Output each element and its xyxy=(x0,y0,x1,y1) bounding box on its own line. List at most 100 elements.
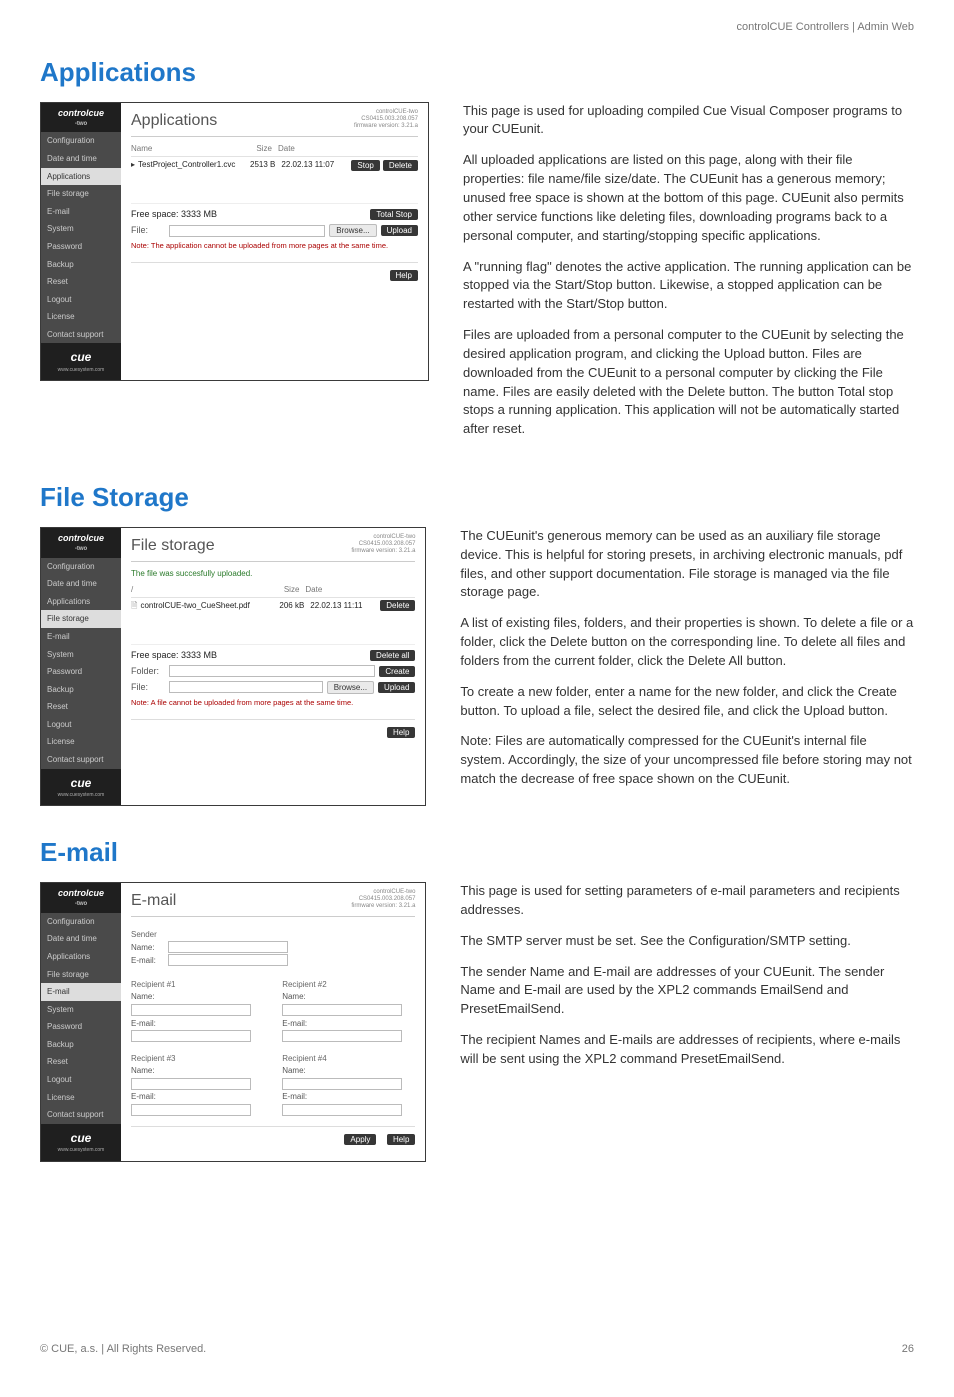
sidebar-item-license[interactable]: License xyxy=(41,733,121,751)
recipient3-label: Recipient #3 xyxy=(131,1053,264,1065)
sidebar-item-password[interactable]: Password xyxy=(41,238,121,256)
sidebar-item-datetime[interactable]: Date and time xyxy=(41,150,121,168)
browse-button[interactable]: Browse... xyxy=(329,224,376,237)
sender-email-label: E-mail: xyxy=(131,955,165,967)
footer-copyright: © CUE, a.s. | All Rights Reserved. xyxy=(40,1342,206,1358)
sidebar-item-datetime[interactable]: Date and time xyxy=(41,575,121,593)
file-path-input[interactable] xyxy=(169,225,325,237)
sidebar-item-system[interactable]: System xyxy=(41,220,121,238)
sidebar-item-filestorage[interactable]: File storage xyxy=(41,610,121,628)
r4-email-input[interactable] xyxy=(282,1104,402,1116)
filestorage-heading: File Storage xyxy=(40,479,914,517)
sender-name-input[interactable] xyxy=(168,941,288,953)
sidebar-item-contact[interactable]: Contact support xyxy=(41,1106,121,1124)
sidebar-item-email[interactable]: E-mail xyxy=(41,628,121,646)
sidebar: controlcue-two Configuration Date and ti… xyxy=(41,528,121,806)
help-button[interactable]: Help xyxy=(387,1134,415,1145)
r3-name-label: Name: xyxy=(131,1065,165,1077)
sidebar-footer-logo: cuewww.cuesystem.com xyxy=(41,343,121,380)
sidebar-item-reset[interactable]: Reset xyxy=(41,1053,121,1071)
upload-button[interactable]: Upload xyxy=(378,682,415,693)
panel-meta: controlCUE-two CS0415.003.208.057 firmwa… xyxy=(351,889,415,911)
r1-name-input[interactable] xyxy=(131,1004,251,1016)
sidebar-item-datetime[interactable]: Date and time xyxy=(41,930,121,948)
fs-file-name[interactable]: controlCUE-two_CueSheet.pdf xyxy=(131,600,264,612)
sidebar-item-backup[interactable]: Backup xyxy=(41,1036,121,1054)
recipient4-label: Recipient #4 xyxy=(282,1053,415,1065)
sidebar-item-system[interactable]: System xyxy=(41,1001,121,1019)
r3-email-input[interactable] xyxy=(131,1104,251,1116)
upload-button[interactable]: Upload xyxy=(381,225,418,236)
sidebar-item-reset[interactable]: Reset xyxy=(41,698,121,716)
sidebar-item-applications[interactable]: Applications xyxy=(41,593,121,611)
panel-meta: controlCUE-two CS0415.003.208.057 firmwa… xyxy=(351,534,415,556)
sidebar-item-reset[interactable]: Reset xyxy=(41,273,121,291)
stop-button[interactable]: Stop xyxy=(351,160,379,171)
sidebar-item-configuration[interactable]: Configuration xyxy=(41,558,121,576)
r2-email-input[interactable] xyxy=(282,1030,402,1042)
sidebar-item-applications[interactable]: Applications xyxy=(41,168,121,186)
help-button[interactable]: Help xyxy=(387,727,415,738)
file-path-input[interactable] xyxy=(169,681,323,693)
sidebar-item-password[interactable]: Password xyxy=(41,663,121,681)
sidebar-item-filestorage[interactable]: File storage xyxy=(41,966,121,984)
create-button[interactable]: Create xyxy=(379,666,415,677)
fs-file-date: 22.02.13 11:11 xyxy=(310,600,380,612)
sidebar-item-email[interactable]: E-mail xyxy=(41,203,121,221)
email-panel: controlcue-two Configuration Date and ti… xyxy=(40,882,426,1162)
browse-button[interactable]: Browse... xyxy=(327,681,374,694)
total-stop-button[interactable]: Total Stop xyxy=(370,209,418,220)
r4-email-label: E-mail: xyxy=(282,1091,316,1103)
file-label: File: xyxy=(131,224,165,237)
applications-para2: All uploaded applications are listed on … xyxy=(463,151,914,245)
email-heading: E-mail xyxy=(40,834,914,872)
folder-name-input[interactable] xyxy=(169,665,375,677)
sidebar: controlcue-two Configuration Date and ti… xyxy=(41,883,121,1161)
sidebar-item-configuration[interactable]: Configuration xyxy=(41,132,121,150)
email-para1: This page is used for setting parameters… xyxy=(460,882,914,920)
sender-email-input[interactable] xyxy=(168,954,288,966)
recipient2-label: Recipient #2 xyxy=(282,979,415,991)
table-header: Name Size Date xyxy=(131,143,418,158)
r2-email-label: E-mail: xyxy=(282,1018,316,1030)
app-file-date: 22.02.13 11:07 xyxy=(281,159,351,171)
r3-email-label: E-mail: xyxy=(131,1091,165,1103)
sidebar-item-password[interactable]: Password xyxy=(41,1018,121,1036)
delete-all-button[interactable]: Delete all xyxy=(370,650,415,661)
sidebar-item-logout[interactable]: Logout xyxy=(41,291,121,309)
file-label: File: xyxy=(131,681,165,694)
sidebar-item-logout[interactable]: Logout xyxy=(41,1071,121,1089)
app-file-name[interactable]: TestProject_Controller1.cvc xyxy=(138,159,235,171)
sidebar-item-backup[interactable]: Backup xyxy=(41,681,121,699)
panel-title: File storage xyxy=(131,534,215,557)
r1-name-label: Name: xyxy=(131,991,165,1003)
sidebar-footer-logo: cuewww.cuesystem.com xyxy=(41,769,121,806)
sidebar-item-configuration[interactable]: Configuration xyxy=(41,913,121,931)
r2-name-label: Name: xyxy=(282,991,316,1003)
r1-email-input[interactable] xyxy=(131,1030,251,1042)
sidebar-item-contact[interactable]: Contact support xyxy=(41,326,121,344)
email-para3: The sender Name and E-mail are addresses… xyxy=(460,963,914,1020)
table-row: TestProject_Controller1.cvc 2513 B 22.02… xyxy=(131,157,418,173)
table-row: controlCUE-two_CueSheet.pdf 206 kB 22.02… xyxy=(131,598,415,614)
panel-title: E-mail xyxy=(131,889,176,912)
sidebar-item-license[interactable]: License xyxy=(41,308,121,326)
sidebar-item-license[interactable]: License xyxy=(41,1089,121,1107)
r3-name-input[interactable] xyxy=(131,1078,251,1090)
sidebar-item-email[interactable]: E-mail xyxy=(41,983,121,1001)
apply-button[interactable]: Apply xyxy=(344,1134,376,1145)
sidebar-item-backup[interactable]: Backup xyxy=(41,256,121,274)
delete-button[interactable]: Delete xyxy=(380,600,415,611)
sidebar-item-system[interactable]: System xyxy=(41,646,121,664)
r4-name-input[interactable] xyxy=(282,1078,402,1090)
sidebar-item-applications[interactable]: Applications xyxy=(41,948,121,966)
sidebar-item-logout[interactable]: Logout xyxy=(41,716,121,734)
free-space-label: Free space: 3333 MB xyxy=(131,208,217,221)
applications-heading: Applications xyxy=(40,54,914,92)
sidebar-item-filestorage[interactable]: File storage xyxy=(41,185,121,203)
r2-name-input[interactable] xyxy=(282,1004,402,1016)
r1-email-label: E-mail: xyxy=(131,1018,165,1030)
sidebar-item-contact[interactable]: Contact support xyxy=(41,751,121,769)
help-button[interactable]: Help xyxy=(390,270,418,281)
delete-button[interactable]: Delete xyxy=(383,160,418,171)
